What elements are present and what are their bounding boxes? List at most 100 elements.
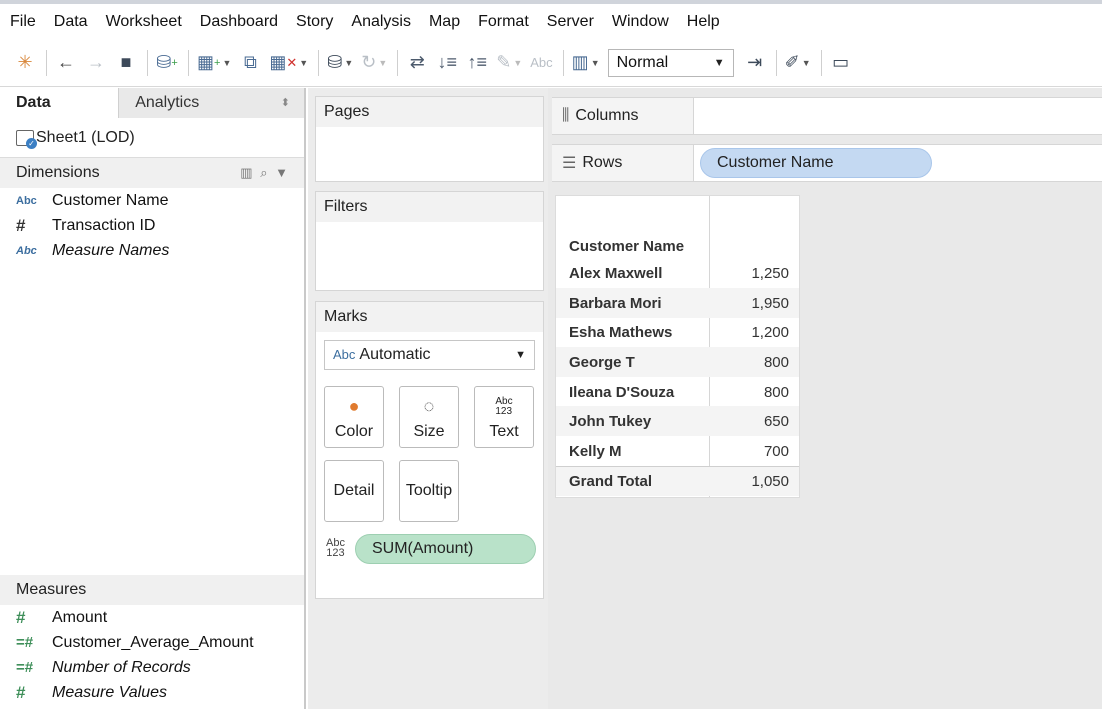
pill-label: Customer Name bbox=[717, 154, 834, 171]
menu-worksheet[interactable]: Worksheet bbox=[106, 13, 182, 31]
tab-analytics-label: Analytics bbox=[135, 93, 200, 111]
field-label: Number of Records bbox=[52, 658, 191, 676]
columns-shelf[interactable]: ⫼ Columns bbox=[552, 97, 1102, 135]
toolbar-separator bbox=[562, 49, 564, 76]
marks-title: Marks bbox=[316, 302, 543, 332]
field-label: Measure Values bbox=[52, 683, 168, 701]
row-name: Grand Total bbox=[569, 473, 653, 490]
view-size-select[interactable]: Normal ▼ bbox=[607, 48, 734, 77]
data-pane: Data Analytics ⬍ ✓ Sheet1 (LOD) Dimensio… bbox=[0, 87, 306, 709]
string-type-icon: Abc bbox=[16, 194, 37, 207]
table-row[interactable]: Alex Maxwell 1,250 bbox=[556, 258, 799, 288]
calculated-field-icon: =# bbox=[16, 659, 34, 676]
field-item[interactable]: Abc Customer Name bbox=[0, 188, 304, 213]
row-name: Ileana D'Souza bbox=[569, 383, 675, 401]
forward-arrow-icon[interactable]: → bbox=[85, 48, 107, 78]
color-button[interactable]: ● Color bbox=[324, 386, 384, 448]
menu-map[interactable]: Map bbox=[429, 13, 460, 31]
pages-shelf[interactable]: Pages bbox=[315, 96, 544, 182]
back-arrow-icon[interactable]: ← bbox=[55, 48, 77, 78]
toolbar-separator bbox=[46, 49, 47, 76]
sort-ascending-icon[interactable]: ↓≡ bbox=[436, 48, 458, 78]
rows-shelf[interactable]: ☰ Rows Customer Name bbox=[552, 144, 1102, 182]
menu-story[interactable]: Story bbox=[296, 13, 333, 31]
text-icon: Abc 123 bbox=[495, 396, 513, 417]
toolbar-separator bbox=[775, 49, 777, 76]
menu-dashboard[interactable]: Dashboard bbox=[200, 13, 278, 31]
menu-analysis[interactable]: Analysis bbox=[351, 13, 411, 31]
show-me-icon[interactable]: ▥ ▼ bbox=[572, 48, 600, 78]
rows-shelf-label: ☰ Rows bbox=[552, 145, 694, 181]
text-button[interactable]: Abc 123 Text bbox=[474, 386, 534, 448]
toolbar-separator bbox=[318, 49, 320, 76]
table-row[interactable]: John Tukey 650 bbox=[556, 406, 799, 436]
field-item[interactable]: Abc Measure Names bbox=[0, 238, 304, 263]
toolbar-separator bbox=[188, 49, 189, 76]
chevron-down-icon[interactable]: ▼ bbox=[275, 165, 290, 180]
shelves-column: Pages Filters Marks Abc Automatic ▼ ● Col… bbox=[308, 88, 548, 709]
mark-type-select[interactable]: Abc Automatic ▼ bbox=[324, 340, 535, 370]
new-data-source-icon[interactable]: ⛁ + bbox=[156, 48, 178, 78]
filters-shelf[interactable]: Filters bbox=[315, 191, 544, 291]
tab-data[interactable]: Data bbox=[0, 87, 120, 118]
data-source-item[interactable]: ✓ Sheet1 (LOD) bbox=[0, 118, 304, 158]
clear-sheet-icon[interactable]: ▦ ✕ ▼ bbox=[269, 48, 308, 78]
detail-button[interactable]: Detail bbox=[324, 460, 384, 522]
rows-title: Rows bbox=[582, 154, 623, 171]
dimensions-title: Dimensions bbox=[16, 164, 100, 181]
presentation-icon[interactable]: ▭ bbox=[830, 48, 852, 78]
fix-axes-icon[interactable]: ⇥ bbox=[744, 48, 766, 78]
row-value: 800 bbox=[763, 383, 789, 401]
string-type-icon: Abc bbox=[16, 244, 37, 257]
table-row[interactable]: Barbara Mori 1,950 bbox=[556, 288, 799, 318]
updown-arrows-icon: ⬍ bbox=[280, 97, 290, 109]
customer-name-pill[interactable]: Customer Name bbox=[700, 148, 932, 178]
duplicate-icon[interactable]: ⧉ bbox=[239, 48, 261, 78]
menu-bar: File Data Worksheet Dashboard Story Anal… bbox=[0, 5, 1102, 39]
crosstab: Customer Name Alex Maxwell 1,250 Barbara… bbox=[555, 195, 800, 498]
field-item[interactable]: # Measure Values bbox=[0, 680, 304, 705]
annotate-icon[interactable]: ✐ ▼ bbox=[785, 48, 811, 78]
size-button[interactable]: ◌ Size bbox=[399, 386, 459, 448]
save-icon[interactable]: ■ bbox=[115, 48, 137, 78]
field-item[interactable]: # Amount bbox=[0, 605, 304, 630]
menu-data[interactable]: Data bbox=[54, 13, 88, 31]
size-icon: ◌ bbox=[423, 396, 435, 416]
toolbar-separator bbox=[147, 49, 148, 76]
crosstab-header: Customer Name bbox=[556, 196, 801, 258]
field-item[interactable]: =# Customer_Average_Amount bbox=[0, 630, 304, 655]
search-icon[interactable]: ⌕ bbox=[260, 165, 269, 180]
menu-window[interactable]: Window bbox=[612, 13, 669, 31]
tooltip-button[interactable]: Tooltip bbox=[399, 460, 459, 522]
highlight-icon[interactable]: ✎ ▼ bbox=[496, 48, 522, 78]
row-name: John Tukey bbox=[569, 412, 652, 430]
new-worksheet-icon[interactable]: ▦ + ▼ bbox=[197, 48, 231, 78]
measures-header: Measures bbox=[0, 575, 304, 605]
table-row[interactable]: George T 800 bbox=[556, 347, 799, 377]
grand-total-row[interactable]: Grand Total 1,050 bbox=[556, 466, 799, 496]
sort-descending-icon[interactable]: ↑≡ bbox=[466, 48, 488, 78]
field-item[interactable]: =# Number of Records bbox=[0, 655, 304, 680]
row-value: 800 bbox=[763, 353, 789, 371]
table-row[interactable]: Ileana D'Souza 800 bbox=[556, 377, 799, 407]
tableau-logo-icon[interactable]: ✳ bbox=[14, 48, 36, 78]
menu-format[interactable]: Format bbox=[478, 13, 529, 31]
sum-amount-pill[interactable]: SUM(Amount) bbox=[355, 534, 536, 564]
labels-icon[interactable]: Abc bbox=[530, 48, 552, 78]
table-row[interactable]: Esha Mathews 1,200 bbox=[556, 317, 799, 347]
column-header[interactable]: Customer Name bbox=[569, 238, 684, 255]
menu-help[interactable]: Help bbox=[687, 13, 720, 31]
tab-analytics[interactable]: Analytics ⬍ bbox=[119, 87, 304, 118]
menu-file[interactable]: File bbox=[10, 13, 36, 31]
view-data-icon[interactable]: ▥ bbox=[240, 165, 254, 180]
pause-updates-icon[interactable]: ⛁ ▼ bbox=[327, 48, 353, 78]
swap-icon[interactable]: ⇄ bbox=[406, 48, 428, 78]
field-item[interactable]: # Transaction ID bbox=[0, 213, 304, 238]
row-value: 1,250 bbox=[751, 264, 789, 282]
row-value: 1,050 bbox=[751, 473, 789, 490]
menu-server[interactable]: Server bbox=[547, 13, 594, 31]
size-label: Size bbox=[413, 423, 445, 440]
toolbar: ✳ ← → ■ ⛁ + ▦ + ▼ ⧉ ▦ ✕ ▼ ⛁ ▼ ↻ ▼ ⇄ ↓≡ ↑≡ ✎ ▼ Ab… bbox=[0, 39, 1102, 87]
table-row[interactable]: Kelly M 700 bbox=[556, 436, 799, 466]
refresh-icon[interactable]: ↻ ▼ bbox=[361, 48, 387, 78]
